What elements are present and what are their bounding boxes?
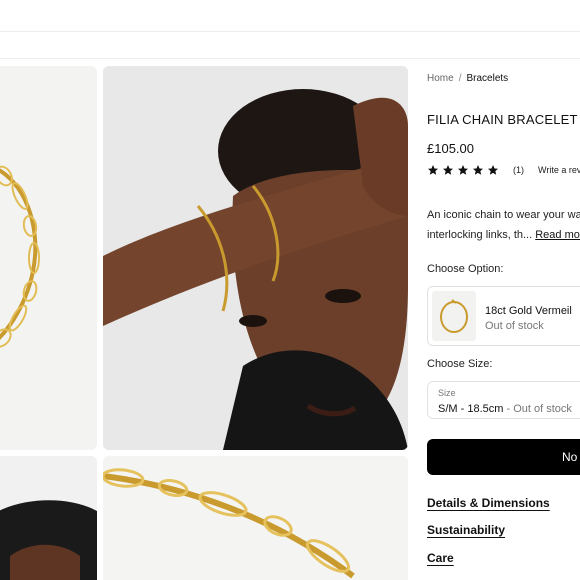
product-image-model[interactable] [103, 66, 408, 450]
model-wearing-bracelet-illustration [103, 66, 408, 450]
care-accordion[interactable]: Care [427, 551, 454, 565]
size-stock-status: Out of stock [513, 403, 572, 415]
gold-chain-illustration [0, 165, 40, 348]
product-title: FILIA CHAIN BRACELET [427, 112, 578, 127]
star-icon [457, 164, 469, 176]
notify-me-button[interactable]: No [427, 439, 580, 475]
option-name: 18ct Gold Vermeil [485, 305, 572, 317]
read-more-link[interactable]: Read mor [535, 229, 580, 241]
description-line-2: interlocking links, th... Read mor [427, 225, 580, 245]
star-icon [442, 164, 454, 176]
option-card-gold-vermeil[interactable]: 18ct Gold Vermeil Out of stock [427, 286, 580, 346]
navigation-bar [0, 33, 580, 59]
star-icon [472, 164, 484, 176]
product-image-chain-closeup[interactable] [0, 66, 97, 450]
product-image-chain-detail[interactable] [103, 456, 408, 580]
breadcrumb-separator: / [458, 73, 462, 84]
size-select[interactable]: Size S/M - 18.5cm - Out of stock [427, 381, 580, 419]
write-review-link[interactable]: Write a rev [538, 165, 580, 175]
choose-option-label: Choose Option: [427, 263, 504, 275]
description-text: interlocking links, th... [427, 229, 533, 241]
size-value-text: S/M - 18.5cm [438, 403, 504, 415]
product-image-lifestyle[interactable] [0, 456, 97, 580]
choose-size-label: Choose Size: [427, 358, 493, 370]
product-price: £105.00 [427, 141, 474, 156]
bracelet-thumbnail-icon [440, 299, 468, 333]
breadcrumb-home-link[interactable]: Home [427, 73, 454, 84]
top-header-bar [0, 0, 580, 32]
option-thumbnail [432, 291, 476, 341]
star-icon [427, 164, 439, 176]
notify-me-button-label: No [562, 450, 578, 464]
breadcrumb-current-link[interactable]: Bracelets [466, 73, 508, 84]
product-rating[interactable]: (1) Write a rev [427, 164, 580, 176]
details-dimensions-accordion[interactable]: Details & Dimensions [427, 496, 550, 510]
chain-links-illustration [103, 456, 408, 580]
size-caption: Size [438, 388, 456, 398]
size-selected-value: S/M - 18.5cm - Out of stock [438, 403, 572, 415]
model-detail-illustration [0, 456, 97, 580]
sustainability-accordion[interactable]: Sustainability [427, 523, 505, 537]
product-description: An iconic chain to wear your wa interloc… [427, 205, 580, 245]
option-stock-status: Out of stock [485, 320, 544, 332]
breadcrumb: Home / Bracelets [427, 73, 508, 84]
review-count[interactable]: (1) [513, 165, 524, 175]
size-separator: - [503, 403, 514, 415]
star-icon [487, 164, 499, 176]
description-line: An iconic chain to wear your wa [427, 209, 580, 221]
